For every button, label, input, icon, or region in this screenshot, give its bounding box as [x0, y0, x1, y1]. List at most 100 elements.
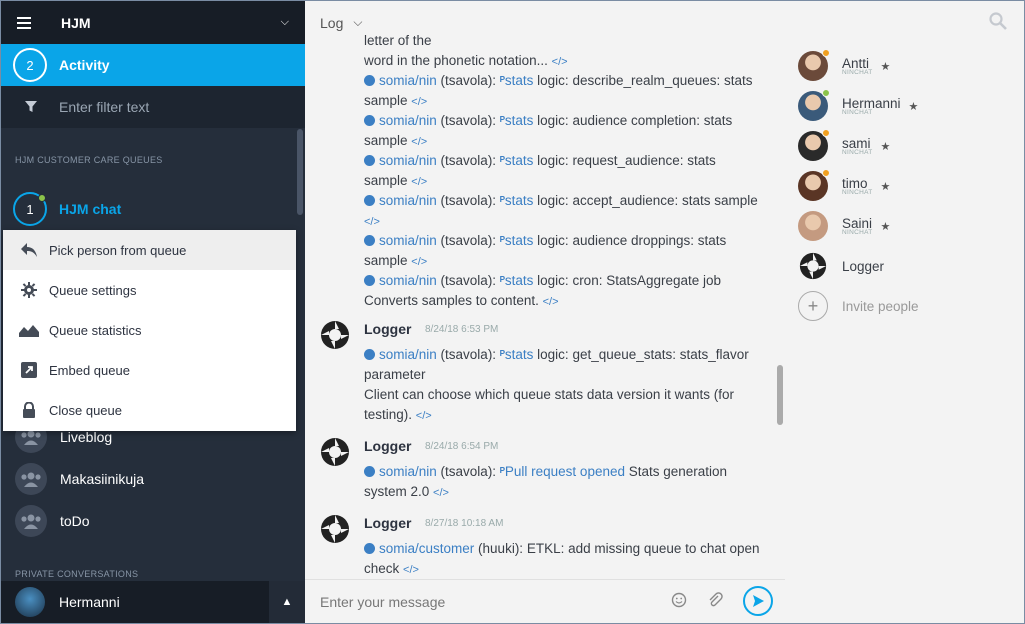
- github-icon: [364, 349, 375, 360]
- sidebar-item-makasiinikuja[interactable]: Makasiinikuja: [1, 458, 297, 500]
- commit-author: (tsavola):: [440, 153, 497, 168]
- commit-author: (tsavola):: [440, 113, 497, 128]
- repo-link[interactable]: somia/nin: [379, 464, 437, 479]
- message-scrollbar[interactable]: [777, 365, 783, 425]
- event-link[interactable]: stats: [505, 113, 534, 128]
- menu-item-label: Embed queue: [49, 362, 130, 378]
- message-line: somia/nin (tsavola): ᴾstats logic: audie…: [364, 233, 726, 248]
- event-link[interactable]: stats: [505, 273, 534, 288]
- repo-link[interactable]: somia/nin: [379, 273, 437, 288]
- star-icon[interactable]: ★: [881, 180, 891, 193]
- chevron-down-icon[interactable]: ⌵: [353, 15, 362, 30]
- member-name-block: Hermanni NINCHAT: [842, 96, 901, 116]
- group-icon: [15, 463, 47, 495]
- event-link[interactable]: stats: [505, 347, 534, 362]
- commit-author: (tsavola):: [440, 464, 497, 479]
- member-item[interactable]: Hermanni NINCHAT ★: [798, 89, 1018, 122]
- message-line: word in the phonetic notation... </>: [364, 53, 568, 68]
- code-icon[interactable]: </>: [411, 256, 427, 268]
- event-link[interactable]: stats: [505, 233, 534, 248]
- sidebar-header[interactable]: HJM ⌵: [1, 1, 305, 44]
- repo-link[interactable]: somia/nin: [379, 113, 437, 128]
- message-text: Stats generation: [628, 464, 728, 479]
- plus-icon: +: [798, 291, 828, 321]
- message-text: sample: [364, 253, 408, 268]
- menu-item-label: Pick person from queue: [49, 242, 187, 258]
- avatar: [798, 49, 830, 81]
- code-icon[interactable]: </>: [416, 410, 432, 422]
- code-icon[interactable]: </>: [543, 296, 559, 308]
- github-icon: [364, 75, 375, 86]
- invite-people-button[interactable]: + Invite people: [798, 290, 1018, 322]
- menu-item-queue-settings[interactable]: Queue settings: [3, 270, 296, 310]
- queue-label: HJM chat: [59, 201, 122, 217]
- message-line: somia/nin (tsavola): ᴾstats logic: get_q…: [364, 347, 749, 362]
- repo-link[interactable]: somia/nin: [379, 193, 437, 208]
- code-icon[interactable]: </>: [364, 216, 380, 228]
- message-text: Converts samples to content.: [364, 293, 539, 308]
- message-text: system 2.0: [364, 484, 430, 499]
- current-user-bar[interactable]: Hermanni ▲: [1, 581, 305, 623]
- event-link[interactable]: stats: [505, 73, 534, 88]
- message-text: letter of the: [364, 33, 432, 48]
- avatar: [798, 211, 828, 241]
- message-timestamp: 8/27/18 10:18 AM: [425, 518, 504, 529]
- message-text: logic: audience completion: stats: [537, 113, 733, 128]
- sidebar-item-hjm-chat[interactable]: 1 HJM chat: [1, 188, 297, 230]
- member-item[interactable]: Antti NINCHAT ★: [798, 49, 1018, 82]
- code-icon[interactable]: </>: [411, 96, 427, 108]
- chevron-up-icon[interactable]: ▲: [269, 581, 305, 623]
- menu-item-queue-statistics[interactable]: Queue statistics: [3, 310, 296, 350]
- menu-item-close-queue[interactable]: Close queue: [3, 390, 296, 430]
- repo-link[interactable]: somia/nin: [379, 153, 437, 168]
- message-input[interactable]: Enter your message: [320, 594, 445, 610]
- activity-count-badge: 2: [13, 48, 47, 82]
- sidebar-item-activity[interactable]: 2 Activity: [1, 44, 305, 86]
- member-name-block: Logger: [842, 259, 884, 274]
- event-link[interactable]: Pull request opened: [505, 464, 625, 479]
- member-item[interactable]: sami NINCHAT ★: [798, 129, 1018, 162]
- menu-item-pick-person[interactable]: Pick person from queue: [3, 230, 296, 270]
- star-icon[interactable]: ★: [881, 140, 891, 153]
- member-org: NINCHAT: [842, 109, 873, 116]
- star-icon[interactable]: ★: [909, 100, 919, 113]
- message-line: somia/nin (tsavola): ᴾPull request opene…: [364, 464, 727, 479]
- private-section-heading: PRIVATE CONVERSATIONS: [15, 569, 139, 579]
- code-icon[interactable]: </>: [411, 176, 427, 188]
- filter-bar[interactable]: Enter filter text: [1, 86, 305, 128]
- star-icon[interactable]: ★: [881, 60, 891, 73]
- sidebar-scrollbar[interactable]: [297, 129, 303, 215]
- avatar: [15, 587, 45, 617]
- repo-link[interactable]: somia/nin: [379, 73, 437, 88]
- event-link[interactable]: stats: [505, 153, 534, 168]
- search-icon[interactable]: [989, 12, 1007, 33]
- send-button[interactable]: [743, 586, 773, 616]
- code-icon[interactable]: </>: [552, 56, 568, 68]
- queue-count-badge: 1: [13, 192, 47, 226]
- emoji-icon[interactable]: [671, 592, 687, 611]
- logger-avatar: [798, 251, 828, 281]
- attachment-icon[interactable]: [707, 591, 723, 611]
- code-icon[interactable]: </>: [411, 136, 427, 148]
- logger-avatar: [319, 436, 351, 468]
- code-icon[interactable]: </>: [433, 487, 449, 499]
- repo-link[interactable]: somia/nin: [379, 347, 437, 362]
- message-text: sample: [364, 173, 408, 188]
- star-icon[interactable]: ★: [881, 220, 891, 233]
- menu-item-embed-queue[interactable]: Embed queue: [3, 350, 296, 390]
- repo-link[interactable]: somia/customer: [379, 541, 474, 556]
- repo-link[interactable]: somia/nin: [379, 233, 437, 248]
- member-item[interactable]: Logger: [798, 250, 1018, 282]
- filter-input[interactable]: Enter filter text: [59, 99, 149, 115]
- message-line: somia/nin (tsavola): ᴾstats logic: reque…: [364, 153, 716, 168]
- event-link[interactable]: stats: [505, 193, 534, 208]
- message-text: logic: request_audience: stats: [537, 153, 716, 168]
- chevron-down-icon[interactable]: ⌵: [281, 16, 289, 29]
- hamburger-menu-icon[interactable]: [17, 16, 31, 29]
- message-list[interactable]: letter of the word in the phonetic notati…: [305, 29, 785, 579]
- member-item[interactable]: Saini NINCHAT ★: [798, 210, 1018, 242]
- member-item[interactable]: timo NINCHAT ★: [798, 169, 1018, 202]
- code-icon[interactable]: </>: [403, 564, 419, 576]
- room-label: Liveblog: [60, 429, 113, 445]
- sidebar-item-todo[interactable]: toDo: [1, 500, 297, 542]
